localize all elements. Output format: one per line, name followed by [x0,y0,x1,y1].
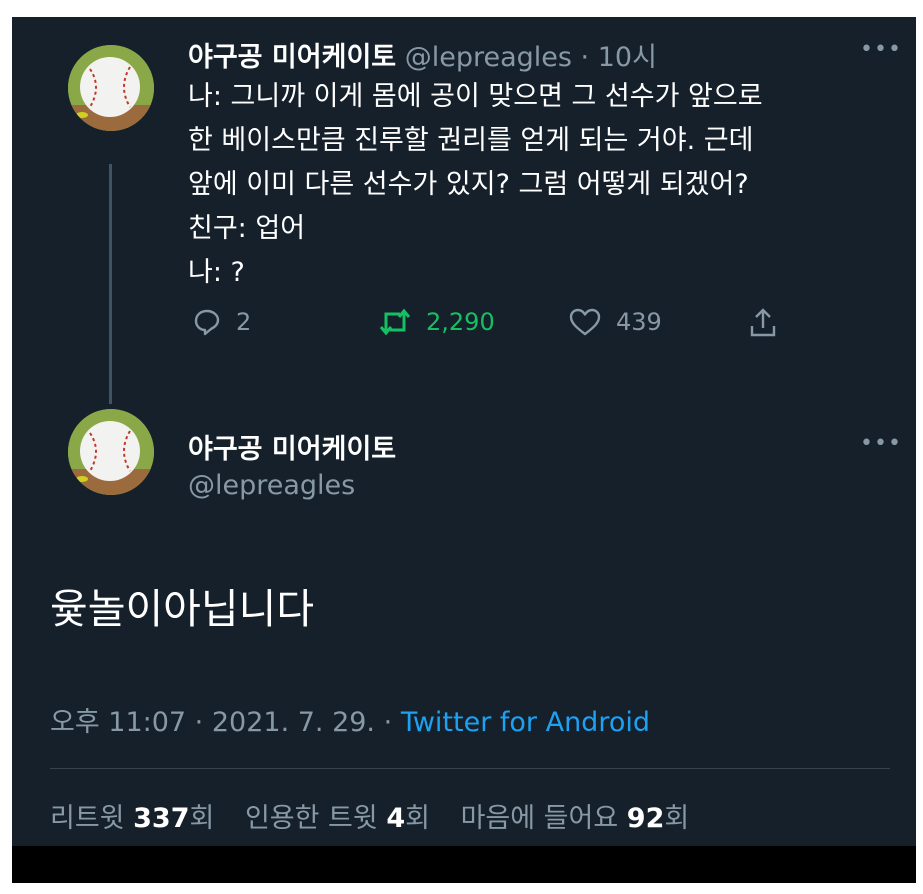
stat-label: 리트윗 [50,803,125,834]
baseball-avatar-icon [68,45,154,131]
avatar[interactable] [68,409,154,495]
like-icon [569,308,601,336]
reply-icon [194,309,220,336]
stat-count: 4 [386,803,406,834]
separator: · [194,707,204,738]
display-name[interactable]: 야구공 미어케이토 [188,42,396,73]
stat-label: 마음에 들어요 [460,803,619,834]
display-name[interactable]: 야구공 미어케이토 [188,427,396,466]
stat-unit: 회 [664,803,690,834]
stat-unit: 회 [189,803,215,834]
handle[interactable]: @lepreagles [405,42,572,73]
retweet-button[interactable]: 2,290 [378,307,495,337]
tweet-panel: 야구공 미어케이토 @lepreagles · 10시 ••• 나: 그니까 이… [12,17,916,846]
reply-count: 2 [236,308,252,336]
tweet-line: 한 베이스만큼 진루할 권리를 얻게 되는 거야. 근데 [188,125,754,156]
baseball-avatar-icon [68,409,154,495]
share-button[interactable] [748,307,778,339]
more-icon[interactable]: ••• [860,431,902,456]
divider [50,768,890,769]
separator: · [383,707,393,738]
handle[interactable]: @lepreagles [188,470,355,501]
retweet-stat[interactable]: 리트윗 337회 [50,803,214,834]
tweet-time[interactable]: 오후 11:07 [50,707,186,738]
tweet-text: 윷놀이아닙니다 [50,585,315,633]
thread-connector [109,164,112,404]
quote-stat[interactable]: 인용한 트윗 4회 [245,803,430,834]
screenshot-frame: 야구공 미어케이토 @lepreagles · 10시 ••• 나: 그니까 이… [12,17,916,883]
more-icon[interactable]: ••• [860,37,902,62]
tweet-line: 친구: 업어 [188,213,306,244]
tweet-meta: 오후 11:07 · 2021. 7. 29. · Twitter for An… [50,700,650,739]
separator: · [580,42,590,73]
tweet-actions: 2 2,290 439 [188,307,808,347]
share-icon [750,308,776,337]
stat-count: 337 [133,803,190,834]
tweet-date[interactable]: 2021. 7. 29. [212,707,375,738]
tweet-time[interactable]: 10시 [598,42,657,73]
stat-unit: 회 [405,803,430,834]
tweet-stats: 리트윗 337회 인용한 트윗 4회 마음에 들어요 92회 [50,796,711,835]
tweet-line: 나: 그니까 이게 몸에 공이 맞으면 그 선수가 앞으로 [188,81,763,112]
retweet-count: 2,290 [426,308,495,336]
stat-label: 인용한 트윗 [244,803,378,834]
like-stat[interactable]: 마음에 들어요 92회 [461,803,690,834]
retweet-icon [379,308,411,336]
tweet-header: 야구공 미어케이토 @lepreagles · 10시 [188,35,657,74]
like-button[interactable]: 439 [568,307,662,337]
like-count: 439 [616,308,662,336]
avatar[interactable] [68,45,154,131]
tweet-text: 나: 그니까 이게 몸에 공이 맞으면 그 선수가 앞으로 한 베이스만큼 진루… [188,75,888,295]
stat-count: 92 [626,803,665,834]
source-link[interactable]: Twitter for Android [401,707,650,738]
reply-button[interactable]: 2 [192,307,251,337]
tweet-line: 나: ? [188,257,245,288]
tweet-line: 앞에 이미 다른 선수가 있지? 그럼 어떻게 되겠어? [188,169,749,200]
